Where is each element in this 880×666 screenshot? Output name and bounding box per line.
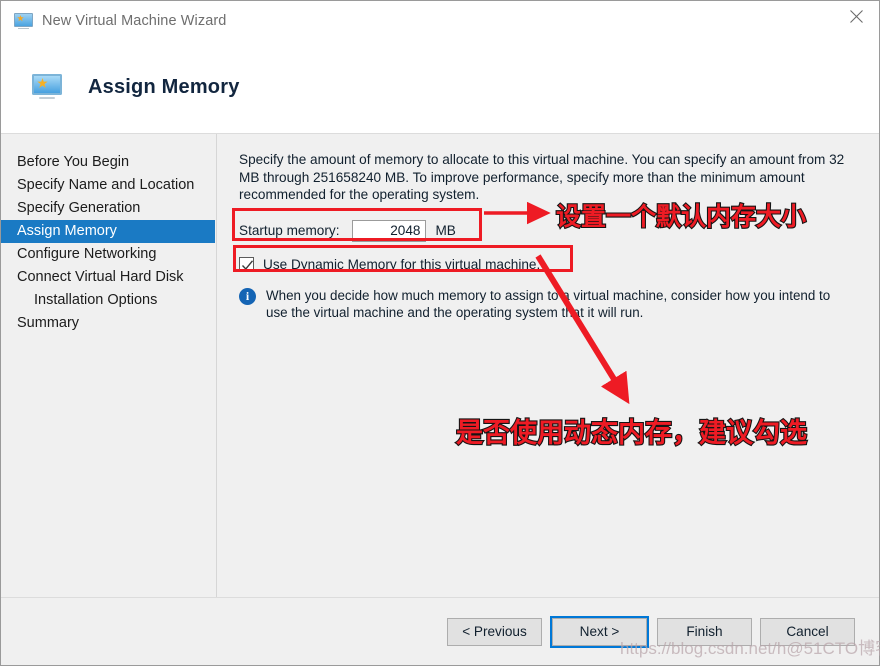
info-note-text: When you decide how much memory to assig… (266, 287, 831, 320)
close-icon[interactable] (833, 1, 879, 32)
dynamic-memory-checkbox[interactable] (239, 257, 254, 272)
next-button[interactable]: Next > (552, 617, 647, 646)
new-virtual-machine-wizard-window: New Virtual Machine Wizard Assign Memory… (0, 0, 880, 666)
checkmark-icon (241, 260, 254, 271)
info-note: i When you decide how much memory to ass… (239, 287, 855, 321)
sidebar-item-specify-name-and-location[interactable]: Specify Name and Location (1, 174, 216, 197)
page-title: Assign Memory (88, 75, 240, 98)
startup-memory-input[interactable] (352, 219, 427, 242)
wizard-body: Before You Begin Specify Name and Locati… (1, 134, 879, 597)
sidebar-item-configure-networking[interactable]: Configure Networking (1, 243, 216, 266)
page-header: Assign Memory (1, 41, 879, 134)
sidebar-item-specify-generation[interactable]: Specify Generation (1, 197, 216, 220)
sidebar-item-summary[interactable]: Summary (1, 312, 216, 335)
info-icon: i (239, 287, 256, 305)
cancel-button[interactable]: Cancel (760, 617, 855, 646)
sidebar-item-before-you-begin[interactable]: Before You Begin (1, 151, 216, 174)
sidebar-item-connect-virtual-hard-disk[interactable]: Connect Virtual Hard Disk (1, 266, 216, 289)
wizard-footer: < Previous Next > Finish Cancel (1, 597, 879, 665)
virtual-machine-monitor-icon (32, 74, 62, 100)
startup-memory-row: Startup memory: MB (239, 218, 879, 244)
next-button-focus-ring: Next > (550, 615, 649, 648)
virtual-machine-monitor-icon (14, 12, 33, 30)
wizard-content-pane: Specify the amount of memory to allocate… (217, 134, 879, 597)
window-title: New Virtual Machine Wizard (42, 13, 227, 29)
dynamic-memory-label: Use Dynamic Memory for this virtual mach… (263, 257, 541, 272)
titlebar: New Virtual Machine Wizard (1, 1, 879, 41)
wizard-steps-sidebar: Before You Begin Specify Name and Locati… (1, 134, 217, 597)
startup-memory-unit: MB (435, 223, 456, 238)
memory-description: Specify the amount of memory to allocate… (239, 152, 845, 202)
sidebar-item-assign-memory[interactable]: Assign Memory (1, 220, 215, 243)
dynamic-memory-row[interactable]: Use Dynamic Memory for this virtual mach… (239, 255, 879, 275)
previous-button[interactable]: < Previous (447, 617, 542, 646)
finish-button[interactable]: Finish (657, 617, 752, 646)
startup-memory-label: Startup memory: (239, 223, 340, 238)
sidebar-item-installation-options[interactable]: Installation Options (1, 289, 216, 312)
